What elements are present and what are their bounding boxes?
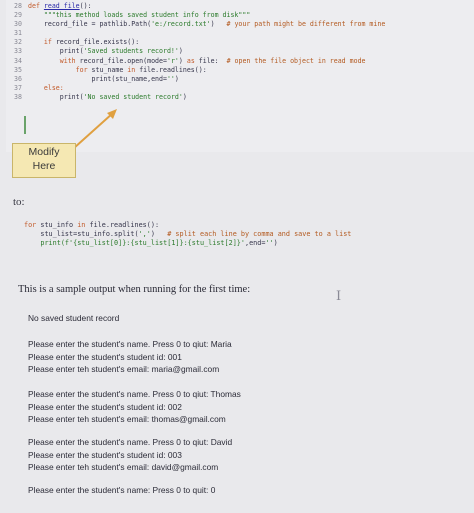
code-token: with xyxy=(59,56,76,65)
code-token: ) xyxy=(273,239,278,248)
code-token: # your path might be different from mine xyxy=(226,20,386,29)
code-token: ) xyxy=(182,92,187,101)
code-token: stu_info xyxy=(36,221,78,229)
code-token: ) xyxy=(178,47,183,56)
code-token: ) xyxy=(150,230,168,239)
code-token: print( xyxy=(28,47,84,56)
line-number: 37 xyxy=(14,83,22,92)
code-line: record_file = pathlib.Path('e:/record.tx… xyxy=(28,20,474,29)
code-token: ',' xyxy=(138,230,151,239)
code-line: if record_file.exists(): xyxy=(28,38,474,47)
output-line: Please enter teh student's email: david@… xyxy=(28,462,219,473)
line-number: 31 xyxy=(14,29,22,38)
code-token: stu_name xyxy=(87,65,128,74)
output-line: Please enter the student's student id: 0… xyxy=(28,449,182,460)
output-block: No saved student record xyxy=(28,312,468,325)
code-token: print(stu_name,end= xyxy=(28,74,167,83)
replacement-code-block: for stu_info in file.readlines(): stu_li… xyxy=(24,221,474,248)
callout-line-1: Modify xyxy=(28,146,60,158)
code-token: 'No saved student record' xyxy=(83,92,183,101)
code-line: stu_list=stu_info.split(',') # split eac… xyxy=(24,230,474,239)
text-cursor-icon: I xyxy=(336,289,342,304)
output-line: Please enter the student's name. Press 0… xyxy=(28,389,241,399)
line-number: 32 xyxy=(14,38,22,47)
code-line: print(f'{stu_list[0]}:{stu_list[1]}:{stu… xyxy=(24,239,474,248)
line-number: 35 xyxy=(14,65,22,74)
code-token: file: xyxy=(194,56,227,65)
code-token: def xyxy=(28,2,44,10)
output-line: Please enter the student's student id: 0… xyxy=(28,401,182,412)
output-line: Please enter the student's name. Press 0… xyxy=(28,339,232,349)
original-code-block: 28 29 30 31 32 33 34 35 36 37 38 def read_file(): … xyxy=(6,0,474,152)
code-token: for xyxy=(24,221,37,229)
output-block: Please enter the student's name: Press 0… xyxy=(28,484,468,497)
sample-output-intro: This is a sample output when running for… xyxy=(18,284,251,295)
code-token: for xyxy=(75,65,88,74)
code-token: ) xyxy=(210,20,227,29)
code-token: record_file = pathlib.Path( xyxy=(28,20,152,29)
code-line: else: xyxy=(28,84,474,93)
code-token: """this method loads saved student info … xyxy=(28,11,251,20)
modify-here-callout: Modify Here xyxy=(12,143,76,178)
code-token: read_file xyxy=(43,2,80,10)
code-token: record_file.open(mode= xyxy=(75,56,167,65)
code-token: stu_list=stu_info.split( xyxy=(24,230,139,239)
code-token: file.readlines(): xyxy=(135,65,207,74)
line-number: 36 xyxy=(14,74,22,83)
line-number: 28 xyxy=(14,2,22,10)
line-number: 29 xyxy=(14,11,22,20)
to-label: to: xyxy=(13,196,25,208)
code-token: print( xyxy=(28,92,84,101)
line-number: 34 xyxy=(14,56,22,65)
code-token: '' xyxy=(166,74,175,83)
output-block: Please enter the student's name. Press 0… xyxy=(28,338,468,376)
output-block: Please enter the student's name. Press 0… xyxy=(28,436,468,474)
code-token: if xyxy=(43,38,52,47)
line-number: 33 xyxy=(14,47,22,56)
code-token: ,end= xyxy=(244,239,266,248)
code-token: file.readlines(): xyxy=(85,221,160,229)
code-line: with record_file.open(mode='r') as file:… xyxy=(28,57,474,66)
code-line: print('No saved student record') xyxy=(28,93,474,102)
code-token: # open the file object in read mode xyxy=(226,56,366,65)
original-code-lines: def read_file(): """this method loads sa… xyxy=(28,2,474,102)
code-token: print(f'{stu_list[0]}:{stu_list[1]}:{stu… xyxy=(24,239,245,248)
output-line: Please enter the student's name. Press 0… xyxy=(28,437,233,447)
code-line: print(stu_name,end='') xyxy=(28,75,474,84)
code-line: print('Saved students record!') xyxy=(28,47,474,56)
line-number: 30 xyxy=(14,20,22,29)
code-token: ) xyxy=(174,74,179,83)
code-line: """this method loads saved student info … xyxy=(28,11,474,20)
code-token: (): xyxy=(79,2,92,10)
breakpoint-marker xyxy=(24,116,33,134)
output-line: Please enter teh student's email: maria@… xyxy=(28,364,220,375)
code-token: ) xyxy=(178,56,187,65)
output-line: Please enter the student's student id: 0… xyxy=(28,351,182,362)
code-token: 'r' xyxy=(166,56,179,65)
code-line: for stu_name in file.readlines(): xyxy=(28,66,474,75)
code-token: 'Saved students record!' xyxy=(83,47,179,56)
output-line: Please enter the student's name: Press 0… xyxy=(28,485,216,495)
code-token: as xyxy=(186,56,195,65)
output-block: Please enter the student's name. Press 0… xyxy=(28,388,468,426)
output-line: Please enter teh student's email: thomas… xyxy=(28,414,226,425)
callout-line-2: Here xyxy=(32,160,56,172)
code-token: '' xyxy=(265,239,274,248)
code-token: record_file.exists(): xyxy=(51,38,140,47)
code-line: def read_file(): xyxy=(28,2,474,11)
line-number: 38 xyxy=(14,92,22,101)
line-number-gutter: 28 29 30 31 32 33 34 35 36 37 38 xyxy=(6,2,22,102)
code-token: 'e:/record.txt' xyxy=(151,20,211,29)
code-token: else: xyxy=(43,83,64,92)
code-line: for stu_info in file.readlines(): xyxy=(24,221,474,230)
output-line: No saved student record xyxy=(28,313,120,323)
code-token: # split each line by comma and save to a… xyxy=(167,230,352,239)
